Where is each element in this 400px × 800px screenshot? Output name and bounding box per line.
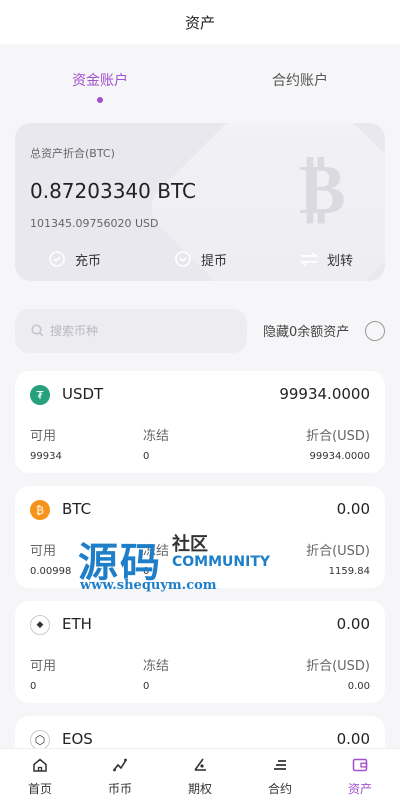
nav-item-contract[interactable]: 合约	[240, 757, 320, 797]
eos-icon: ⬡	[30, 730, 50, 750]
tab-label: 资金账户	[72, 73, 128, 89]
nav-item-options[interactable]: 期权	[160, 757, 240, 797]
hide-zero-label: 隐藏0余额资产	[263, 325, 350, 340]
search-icon	[31, 322, 44, 341]
options-icon	[192, 757, 208, 773]
tab-label: 合约账户	[272, 73, 328, 89]
withdraw-icon	[173, 249, 193, 269]
total-asset-card: ₿ 总资产折合(BTC) 0.87203340 BTC 101345.09756…	[15, 123, 385, 281]
nav-item-assets[interactable]: 资产	[320, 757, 400, 797]
account-tabs: 资金账户 合约账户	[0, 60, 400, 108]
home-icon	[32, 757, 48, 773]
search-row: 隐藏0余额资产	[15, 309, 385, 353]
btc-watermark-icon: ₿	[299, 147, 346, 230]
nav-label: 合约	[267, 782, 292, 796]
deposit-button[interactable]: 充币	[47, 249, 101, 269]
coin-card-btc[interactable]: ₿ BTC 0.00 可用 冻结 折合(USD) 0.00998 0 1159.…	[15, 486, 385, 588]
asset-actions: 充币 提币 划转	[15, 249, 385, 273]
frozen-label: 冻结	[143, 429, 170, 444]
nav-label: 首页	[27, 782, 52, 796]
frozen-label: 冻结	[143, 659, 170, 674]
available-label: 可用	[30, 659, 57, 674]
coin-name: EOS	[62, 730, 93, 748]
total-asset-btc: 0.87203340 BTC	[30, 179, 196, 203]
transfer-label: 划转	[327, 253, 354, 269]
search-input[interactable]	[50, 324, 220, 338]
tab-funding-account[interactable]: 资金账户	[40, 70, 160, 103]
available-label: 可用	[30, 544, 57, 559]
withdraw-label: 提币	[201, 253, 228, 269]
transfer-button[interactable]: 划转	[299, 249, 353, 269]
total-asset-label: 总资产折合(BTC)	[30, 147, 115, 160]
nav-label: 资产	[347, 782, 372, 796]
converted-value: 99934.0000	[309, 451, 370, 462]
wallet-icon	[352, 757, 368, 773]
frozen-value: 0	[143, 451, 150, 462]
available-label: 可用	[30, 429, 57, 444]
coin-name: BTC	[62, 500, 92, 518]
nav-item-home[interactable]: 首页	[0, 757, 80, 797]
coin-total: 0.00	[336, 500, 370, 518]
bottom-nav: 首页 币币 期权 合约 资产	[0, 748, 400, 800]
available-value: 0	[30, 681, 37, 692]
coin-total: 99934.0000	[279, 385, 370, 403]
converted-value: 0.00	[347, 681, 370, 692]
coin-trade-icon	[112, 757, 128, 773]
nav-item-coin-trade[interactable]: 币币	[80, 757, 160, 797]
tab-contract-account[interactable]: 合约账户	[240, 70, 360, 90]
converted-value: 1159.84	[328, 566, 370, 577]
coin-total: 0.00	[336, 730, 370, 748]
converted-label: 折合(USD)	[306, 429, 370, 444]
contract-icon	[272, 757, 288, 773]
converted-label: 折合(USD)	[306, 659, 370, 674]
coin-card-usdt[interactable]: ₮ USDT 99934.0000 可用 冻结 折合(USD) 99934 0 …	[15, 371, 385, 473]
page-header: 资产	[0, 0, 400, 44]
coin-name: USDT	[62, 385, 104, 403]
coin-total: 0.00	[336, 615, 370, 633]
frozen-label: 冻结	[143, 544, 170, 559]
available-value: 0.00998	[30, 566, 72, 577]
transfer-icon	[299, 249, 319, 269]
frozen-value: 0	[143, 566, 150, 577]
page-title: 资产	[184, 13, 215, 32]
usdt-icon: ₮	[30, 385, 50, 405]
total-asset-usd: 101345.09756020 USD	[30, 217, 159, 230]
btc-icon: ₿	[30, 500, 50, 520]
eth-icon: ◆	[30, 615, 50, 635]
nav-label: 期权	[187, 782, 212, 796]
nav-label: 币币	[107, 782, 132, 796]
deposit-icon	[47, 249, 67, 269]
deposit-label: 充币	[75, 253, 102, 269]
converted-label: 折合(USD)	[306, 544, 370, 559]
hide-zero-toggle[interactable]	[365, 321, 385, 341]
withdraw-button[interactable]: 提币	[173, 249, 227, 269]
active-tab-indicator	[97, 97, 103, 103]
frozen-value: 0	[143, 681, 150, 692]
coin-card-eth[interactable]: ◆ ETH 0.00 可用 冻结 折合(USD) 0 0 0.00	[15, 601, 385, 703]
coin-name: ETH	[62, 615, 92, 633]
search-box	[15, 309, 247, 353]
available-value: 99934	[30, 451, 62, 462]
asset-page: 资产 资金账户 合约账户 ₿ 总资产折合(BTC) 0.87203340 BTC…	[0, 0, 400, 800]
